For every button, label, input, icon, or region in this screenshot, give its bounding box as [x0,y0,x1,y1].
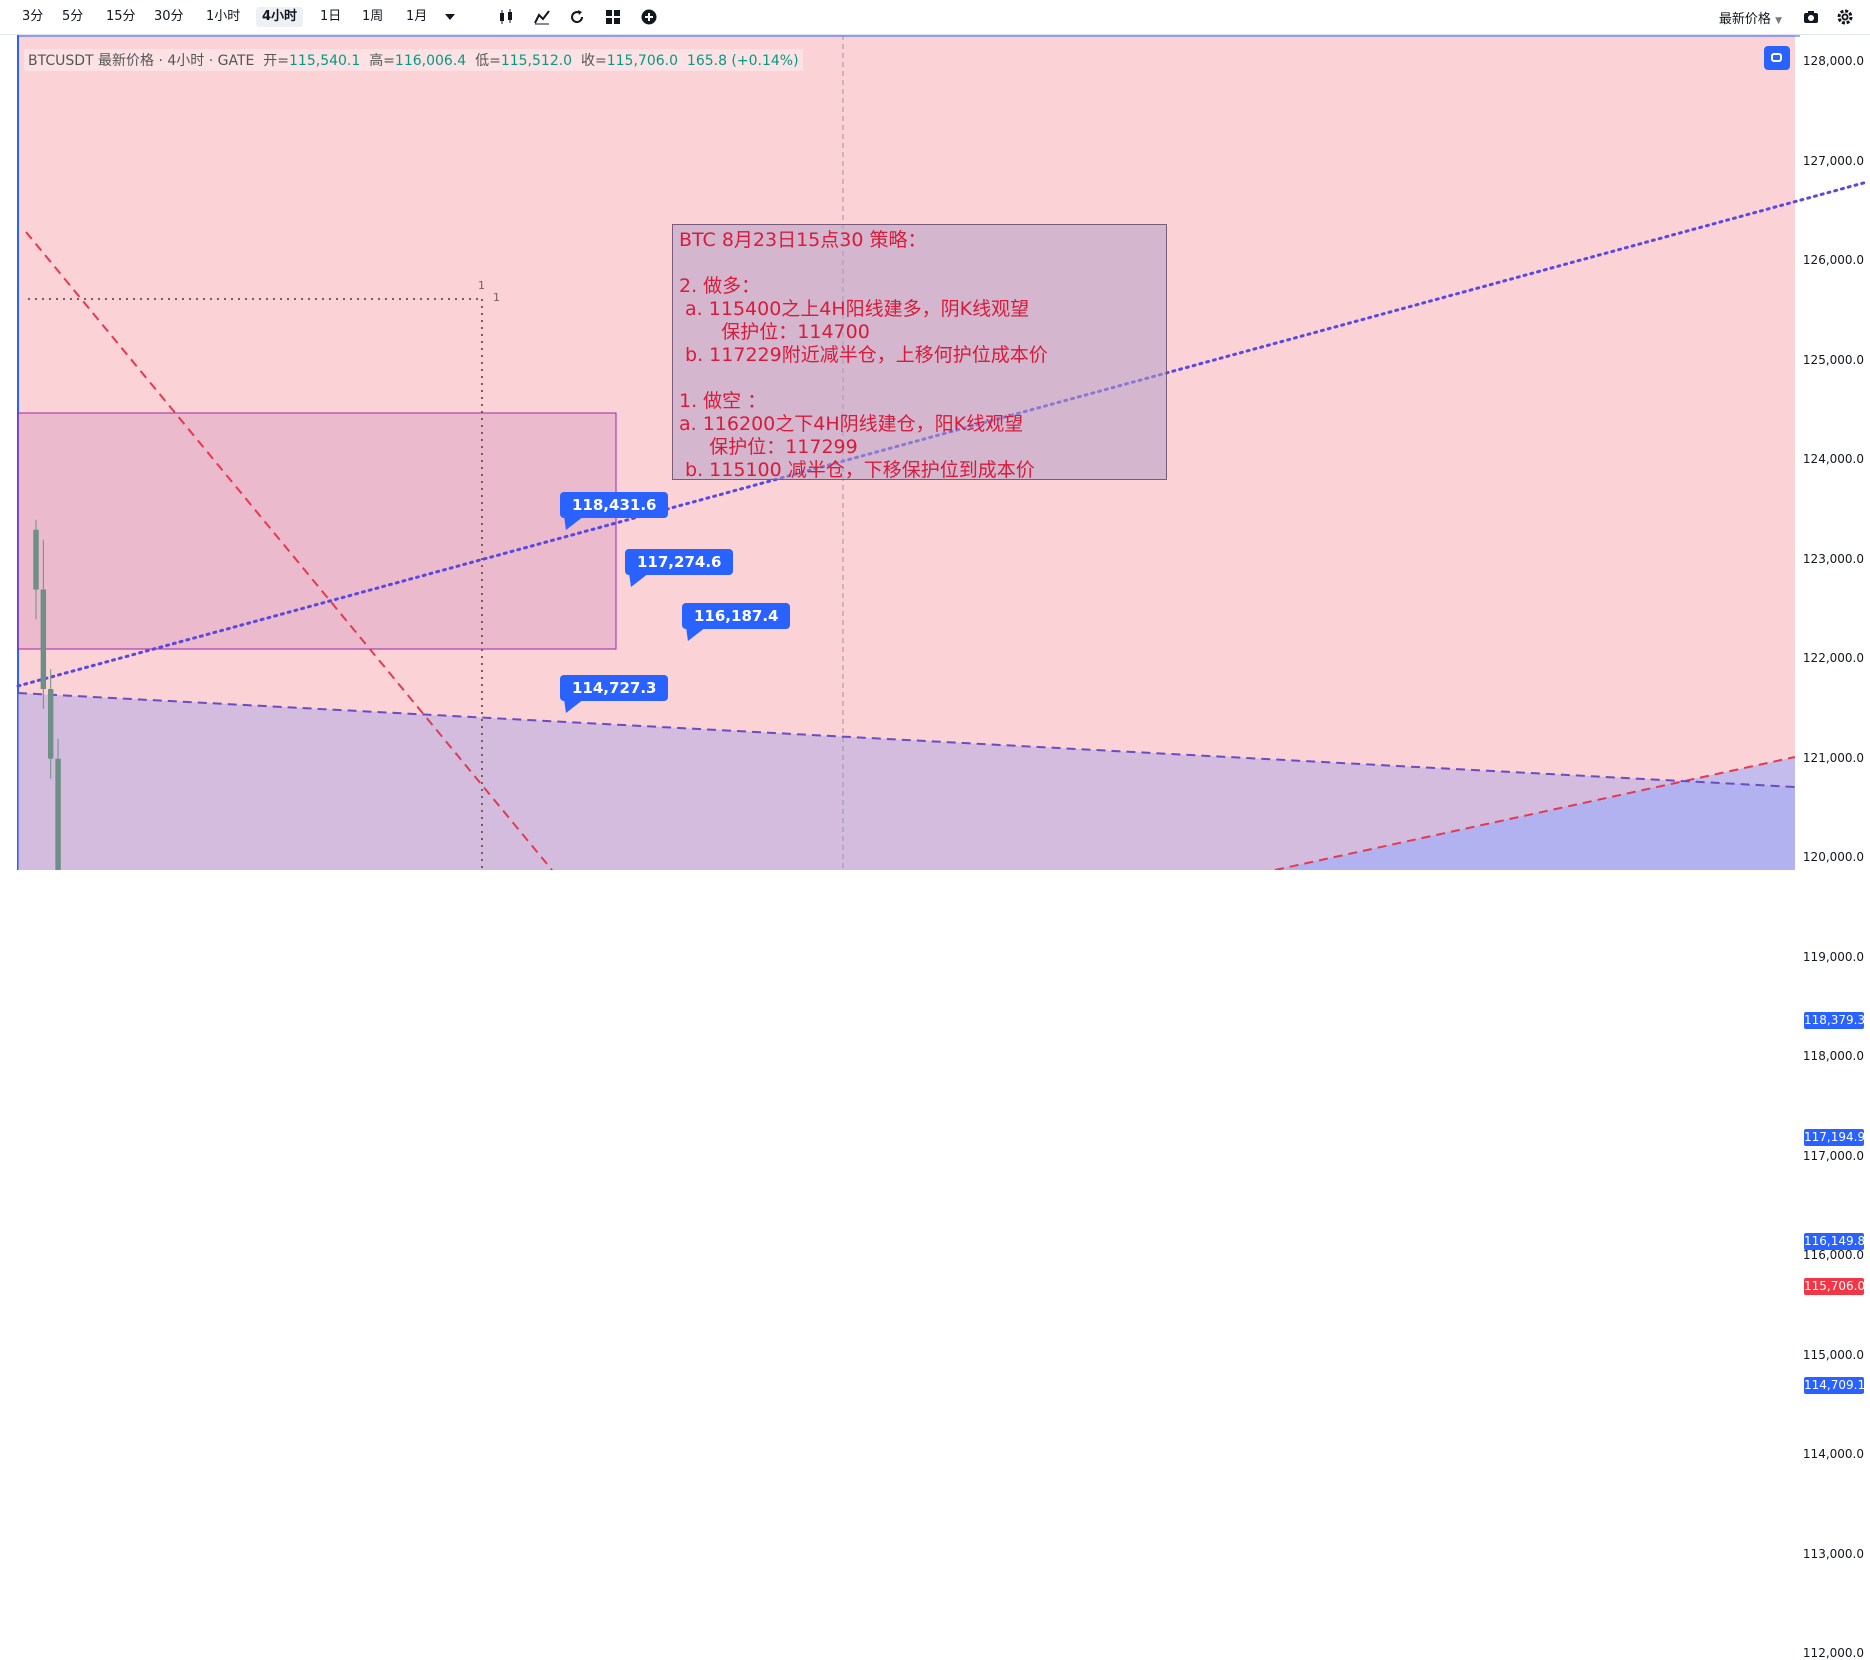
candle-style-icon[interactable] [497,8,515,26]
price-level-tag: 114,709.1 [1804,1376,1866,1394]
candle-body [55,758,61,870]
legend-symbol: BTCUSDT 最新价格 · 4小时 · GATE [28,53,255,69]
y-tick-label: 126,000.0 [1802,253,1864,268]
timeframe-4[interactable]: 1小时 [200,7,246,27]
timeframe-1[interactable]: 5分 [56,7,89,27]
y-tick-label: 123,000.0 [1802,551,1864,566]
candle-body [40,589,47,690]
legend-open-label: 开= [263,53,290,69]
settings-icon[interactable] [1836,8,1854,26]
y-tick-label: 121,000.0 [1802,750,1864,765]
y-tick-label: 112,000.0 [1802,1646,1864,1660]
y-tick-label: 114,000.0 [1802,1447,1864,1462]
y-tick-label: 128,000.0 [1802,54,1864,68]
legend-close-label: 收= [581,53,607,69]
note-line [679,367,1160,390]
y-tick-label: 125,000.0 [1802,352,1864,367]
toolbar: 3分 5分 15分 30分 1小时 4小时 1日 1周 1月 最新价格 ▼ [0,0,1870,35]
note-line: b. 117229附近减半仓，上移何护位成本价 [679,344,1048,366]
symbol-legend: BTCUSDT 最新价格 · 4小时 · GATE 开=115,540.1 高=… [24,49,803,71]
fib-label: 1 [478,279,485,292]
y-tick-label: 113,000.0 [1802,1546,1864,1561]
price-level-tag: 118,379.3 [1804,1011,1866,1029]
candle-body [33,529,39,590]
strategy-note[interactable]: BTC 8月23日15点30 策略： 2. 做多： a. 115400之上4H阳线… [672,224,1167,481]
add-icon[interactable] [640,8,658,26]
y-tick-label: 118,000.0 [1802,1049,1864,1064]
legend-high-label: 高= [369,53,395,69]
y-tick-label: 127,000.0 [1802,153,1864,168]
price-type-label: 最新价格 [1718,12,1771,27]
y-tick-label: 120,000.0 [1802,850,1864,865]
price-callout-114727[interactable]: 114,727.3 [560,675,669,701]
y-tick-label: 115,000.0 [1802,1347,1864,1362]
note-line: BTC 8月23日15点30 策略： [679,229,927,251]
y-tick-label: 124,000.0 [1802,452,1864,467]
y-tick-label: 117,000.0 [1802,1148,1864,1163]
replay-icon[interactable] [568,8,586,26]
candle-body [48,689,54,759]
legend-close-value: 115,706.0 [606,53,678,69]
last-price-tag: 115,706.0 [1804,1277,1866,1295]
legend-low-label: 低= [475,53,501,69]
y-tick-label: 119,000.0 [1802,949,1864,964]
price-callout-117274[interactable]: 117,274.6 [625,549,734,575]
timeframe-7[interactable]: 1周 [356,7,389,27]
note-line [679,252,1160,275]
timeframe-8[interactable]: 1月 [400,7,433,27]
y-tick-label: 116,000.0 [1802,1248,1864,1263]
chevron-down-icon[interactable] [441,8,459,26]
note-line: a. 115400之上4H阳线建多，阴K线观望 [679,298,1030,320]
legend-open-value: 115,540.1 [289,53,361,69]
note-line: 保护位：114700 [679,321,870,343]
layout-grid-icon[interactable] [604,8,622,26]
timeframe-6[interactable]: 1日 [314,7,347,27]
price-type-select[interactable]: 最新价格 ▼ [1719,8,1782,27]
timeframe-5[interactable]: 4小时 [256,7,304,27]
indicators-icon[interactable] [533,8,551,26]
y-tick-label: 122,000.0 [1802,651,1864,666]
price-level-tag: 117,194.9 [1804,1129,1866,1147]
note-line: 1. 做空 ： [679,390,767,412]
note-line: 保护位：117299 [679,436,858,458]
legend-low-value: 115,512.0 [500,53,573,69]
note-line: a. 116200之下4H阴线建仓，阳K线观望 [679,413,1024,435]
timeframe-3[interactable]: 30分 [148,7,190,27]
camera-icon[interactable] [1802,8,1820,26]
fib-label: 1 [493,291,500,304]
timeframe-2[interactable]: 15分 [100,7,142,27]
price-callout-116187[interactable]: 116,187.4 [682,603,791,629]
fullscreen-button[interactable] [1764,46,1790,70]
price-level-tag: 116,149.8 [1804,1233,1866,1251]
legend-change: 165.8 (+0.14%) [686,53,799,69]
note-line: 2. 做多： [679,275,761,297]
note-line: b. 115100 减半仓，下移保护位到成本价 [679,459,1035,481]
consolidation-box [17,412,617,650]
price-callout-118431[interactable]: 118,431.6 [560,492,669,518]
chevron-down-icon: ▼ [1775,16,1782,26]
timeframe-0[interactable]: 3分 [16,7,49,27]
legend-high-value: 116,006.4 [394,53,467,69]
